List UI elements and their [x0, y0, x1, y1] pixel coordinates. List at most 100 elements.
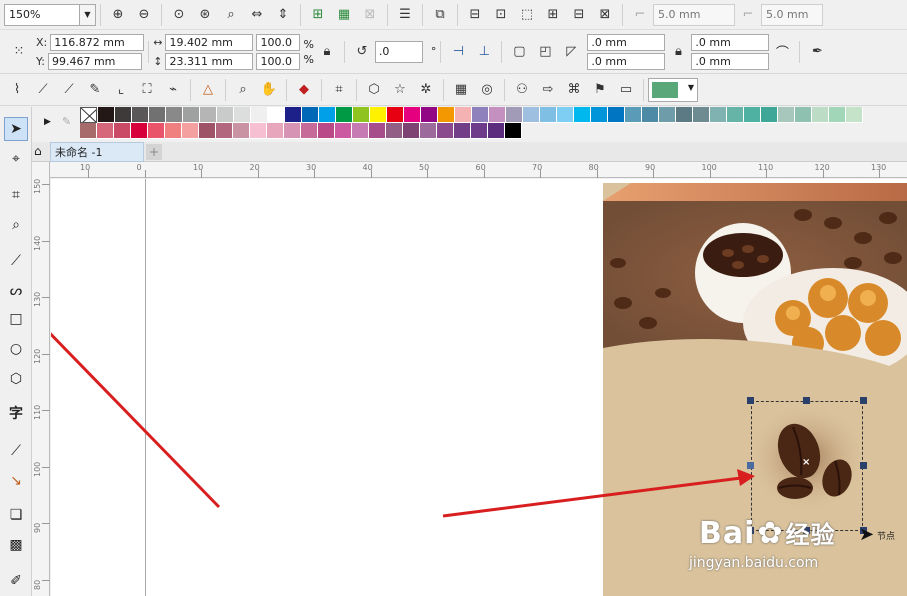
- outline-width-2[interactable]: 5.0 mm: [761, 3, 823, 26]
- chamfer-corner-icon[interactable]: ◸: [560, 41, 582, 63]
- palette-swatch[interactable]: [812, 107, 829, 123]
- smart-draw-icon[interactable]: ⌁: [162, 79, 184, 101]
- outline-corner-icon-2[interactable]: ⌐: [737, 4, 759, 26]
- palette-swatch[interactable]: [370, 107, 387, 123]
- palette-swatch[interactable]: [267, 123, 284, 139]
- flowchart-shapes-icon[interactable]: ⌘: [563, 79, 585, 101]
- star-icon[interactable]: ☆: [389, 79, 411, 101]
- lock-ratio-icon[interactable]: 🔒︎: [316, 41, 338, 63]
- reference-point-icon[interactable]: ⁙: [8, 41, 30, 63]
- palette-swatch[interactable]: [557, 107, 574, 123]
- palette-swatch[interactable]: [149, 107, 166, 123]
- vertical-ruler[interactable]: 150 140 130 120 110 100 90 80: [32, 162, 50, 596]
- palette-swatch[interactable]: [505, 123, 522, 139]
- corner-radius-3[interactable]: .0 mm: [587, 52, 666, 70]
- convert-to-bitmap-icon[interactable]: ⊞: [307, 4, 329, 26]
- ungroup-icon[interactable]: ⊡: [490, 4, 512, 26]
- palette-swatch[interactable]: [506, 107, 523, 123]
- palette-swatch[interactable]: [438, 107, 455, 123]
- outline-corner-icon[interactable]: ⌐: [629, 4, 651, 26]
- palette-swatch[interactable]: [115, 107, 132, 123]
- curve-tool-icon[interactable]: ⟋: [4, 249, 28, 273]
- group-icon[interactable]: ⊟: [464, 4, 486, 26]
- zoom-level-select[interactable]: 150% ▼: [4, 3, 96, 26]
- banner-shapes-icon[interactable]: ⚑: [589, 79, 611, 101]
- palette-swatch[interactable]: [182, 123, 199, 139]
- zoom-in-icon[interactable]: ⊕: [107, 4, 129, 26]
- corner-radius-2[interactable]: .0 mm: [691, 33, 770, 51]
- home-icon[interactable]: ⌂: [34, 144, 42, 158]
- y-position-field[interactable]: 99.467 mm: [47, 52, 142, 70]
- remove-bitmap-icon[interactable]: ⊠: [359, 4, 381, 26]
- fill-color-picker[interactable]: ▼: [648, 77, 698, 102]
- basic-shapes-icon[interactable]: ⚇: [511, 79, 533, 101]
- handle-top-right[interactable]: [860, 397, 867, 404]
- handle-mid-right[interactable]: [860, 462, 867, 469]
- shape-tool-icon[interactable]: ⌖: [4, 147, 28, 171]
- palette-swatch[interactable]: [540, 107, 557, 123]
- handle-top-mid[interactable]: [803, 397, 810, 404]
- text-tool-icon[interactable]: 字: [4, 401, 28, 425]
- pen-tool-icon[interactable]: ✎: [84, 79, 106, 101]
- polygon-tool-icon[interactable]: ⬡: [4, 367, 28, 391]
- bspline-icon[interactable]: ⌞: [110, 79, 132, 101]
- palette-swatch[interactable]: [574, 107, 591, 123]
- palette-swatch[interactable]: [250, 123, 267, 139]
- palette-swatch[interactable]: [183, 107, 200, 123]
- zoom-tool-icon[interactable]: ⌕: [232, 79, 254, 101]
- palette-swatch[interactable]: [846, 107, 863, 123]
- palette-swatch[interactable]: [642, 107, 659, 123]
- outline-width-1[interactable]: 5.0 mm: [653, 3, 735, 26]
- palette-swatch[interactable]: [455, 107, 472, 123]
- break-apart-icon[interactable]: ⊞: [542, 4, 564, 26]
- symmetry-icon[interactable]: △: [197, 79, 219, 101]
- palette-swatch[interactable]: [233, 123, 250, 139]
- palette-swatch[interactable]: [132, 107, 149, 123]
- mirror-vertical-icon[interactable]: ⊥: [473, 41, 495, 63]
- palette-swatch[interactable]: [302, 107, 319, 123]
- palette-swatch[interactable]: [336, 107, 353, 123]
- zoom-tool-icon-left[interactable]: ⌕: [4, 213, 28, 237]
- line-icon[interactable]: ⟋: [32, 79, 54, 101]
- palette-swatch[interactable]: [404, 107, 421, 123]
- palette-swatch[interactable]: [488, 123, 505, 139]
- palette-swatch[interactable]: [489, 107, 506, 123]
- palette-swatch[interactable]: [217, 107, 234, 123]
- lock-corners-icon[interactable]: 🔒︎: [667, 41, 689, 63]
- corner-radius-4[interactable]: .0 mm: [691, 52, 770, 70]
- palette-swatch[interactable]: [200, 107, 217, 123]
- trace-bitmap-icon[interactable]: ▦: [333, 4, 355, 26]
- palette-swatch[interactable]: [335, 123, 352, 139]
- graph-paper-icon[interactable]: ▦: [450, 79, 472, 101]
- palette-swatch[interactable]: [454, 123, 471, 139]
- horizontal-ruler[interactable]: 10 0 10 20 30 40 50 60 70 80 90 100 110 120 130: [50, 162, 907, 178]
- transparency-icon[interactable]: ▩: [4, 533, 28, 557]
- add-tab-icon[interactable]: +: [146, 144, 162, 160]
- eyedropper-icon[interactable]: ✐: [4, 569, 28, 593]
- no-color-swatch[interactable]: [80, 107, 97, 123]
- handle-mid-left[interactable]: [747, 462, 754, 469]
- connector-tool-icon[interactable]: ↘: [4, 469, 28, 493]
- zoom-page-height-icon[interactable]: ⇕: [272, 4, 294, 26]
- palette-swatch[interactable]: [268, 107, 285, 123]
- palette-swatch[interactable]: [608, 107, 625, 123]
- zoom-page-icon[interactable]: ⌕: [220, 4, 242, 26]
- palette-swatch[interactable]: [199, 123, 216, 139]
- width-field[interactable]: 19.402 mm: [165, 33, 254, 51]
- arrange-icon[interactable]: ⧉: [429, 4, 451, 26]
- palette-swatch[interactable]: [114, 123, 131, 139]
- align-distribute-icon[interactable]: ☰: [394, 4, 416, 26]
- handle-top-left[interactable]: [747, 397, 754, 404]
- chevron-down-icon[interactable]: ▼: [79, 4, 95, 25]
- pick-tool-icon[interactable]: ➤: [4, 117, 28, 141]
- document-tab[interactable]: 未命名 -1: [50, 142, 144, 162]
- artistic-media-icon[interactable]: ᔕ: [4, 279, 28, 303]
- palette-swatch[interactable]: [251, 107, 268, 123]
- crop-tool-icon[interactable]: ⌗: [4, 183, 28, 207]
- rotation-field[interactable]: .0: [374, 40, 423, 63]
- palette-swatch[interactable]: [285, 107, 302, 123]
- mirror-horizontal-icon[interactable]: ⊣: [447, 41, 469, 63]
- palette-swatch[interactable]: [710, 107, 727, 123]
- palette-swatch[interactable]: [80, 123, 97, 139]
- palette-swatch[interactable]: [591, 107, 608, 123]
